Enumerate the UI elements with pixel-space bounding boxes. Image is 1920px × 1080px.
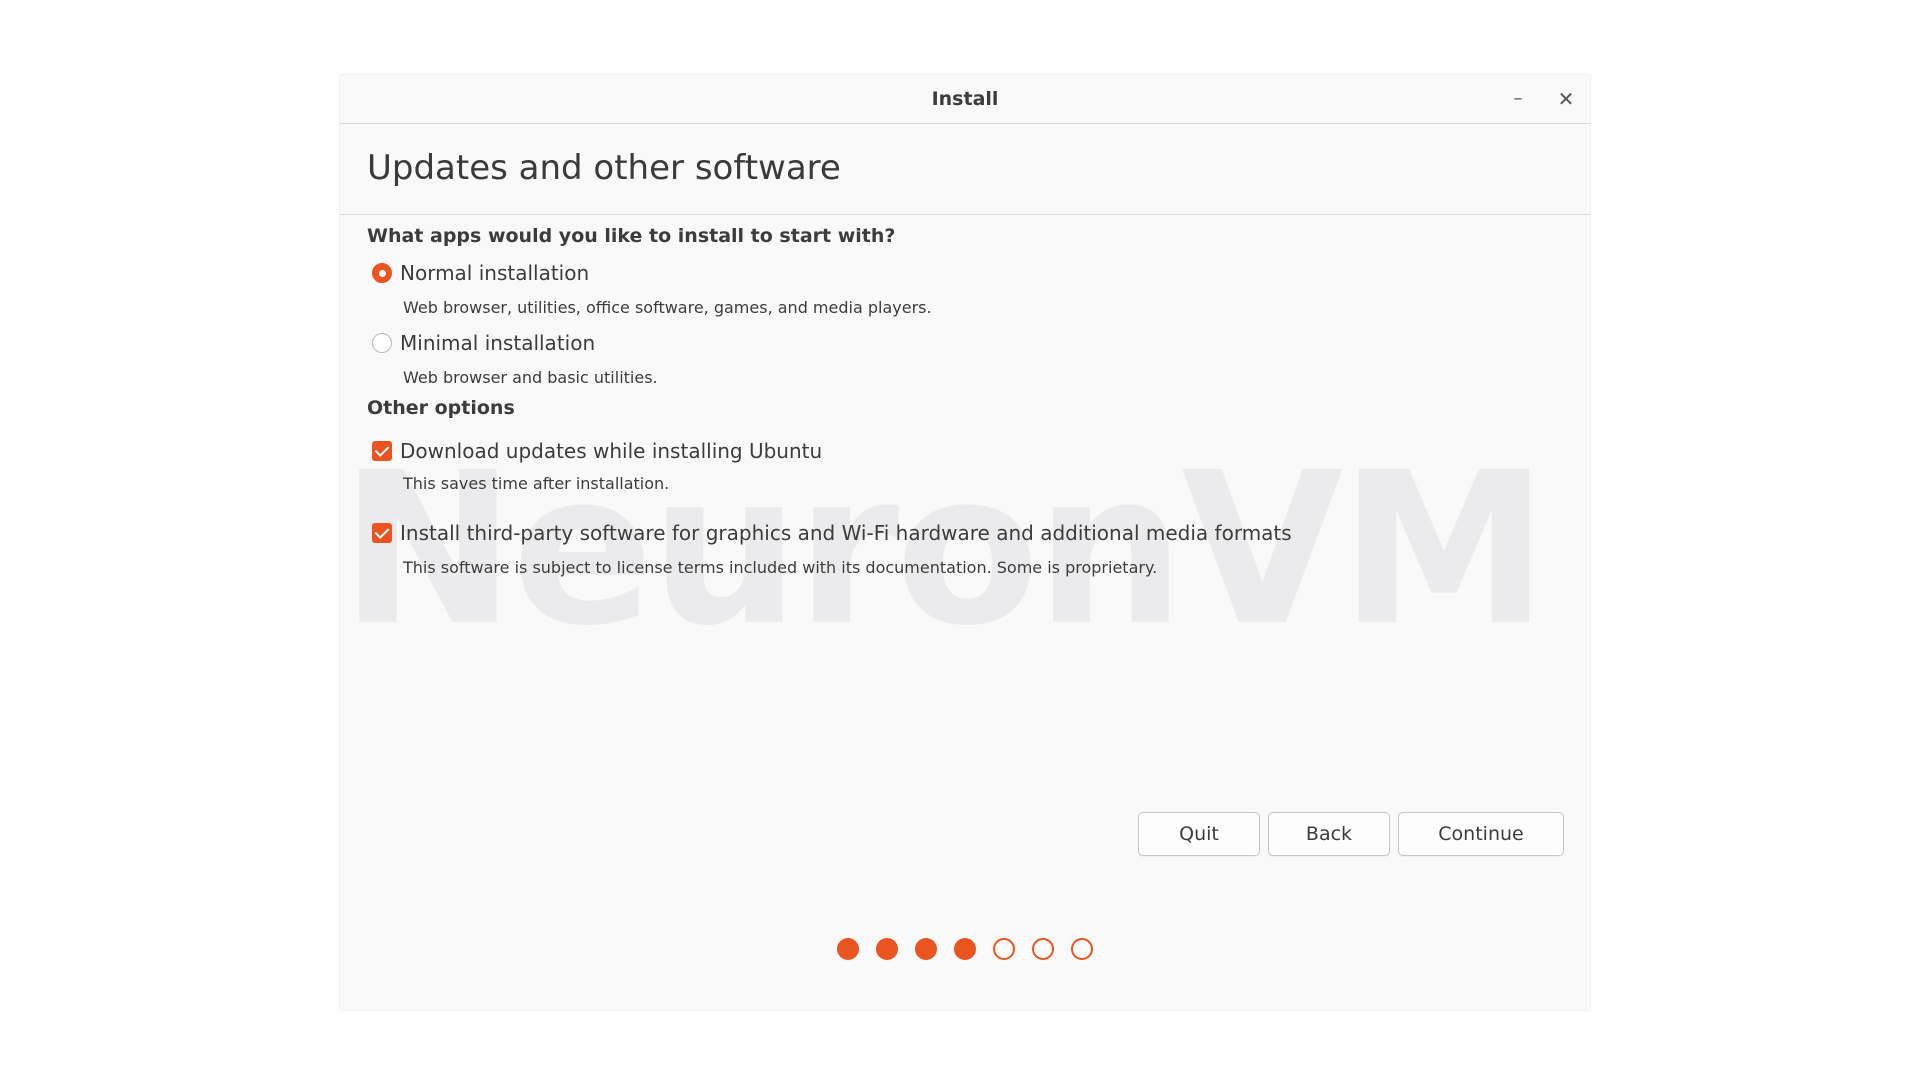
navigation-buttons: Quit Back Continue <box>1138 812 1564 856</box>
progress-dot-2 <box>876 938 898 960</box>
download-updates-checkbox[interactable] <box>372 441 392 461</box>
download-updates-option[interactable]: Download updates while installing Ubuntu <box>367 433 1560 469</box>
minimal-installation-option[interactable]: Minimal installation <box>367 325 1560 361</box>
progress-dot-7 <box>1071 938 1093 960</box>
normal-installation-description: Web browser, utilities, office software,… <box>403 298 932 317</box>
third-party-software-option[interactable]: Install third-party software for graphic… <box>367 515 1560 551</box>
continue-button[interactable]: Continue <box>1398 812 1564 856</box>
third-party-software-label[interactable]: Install third-party software for graphic… <box>400 521 1292 545</box>
progress-dot-4 <box>954 938 976 960</box>
download-updates-label[interactable]: Download updates while installing Ubuntu <box>400 439 822 463</box>
apps-section-heading: What apps would you like to install to s… <box>367 225 896 247</box>
progress-dot-3 <box>915 938 937 960</box>
minimal-installation-label[interactable]: Minimal installation <box>400 331 595 355</box>
progress-dots <box>340 938 1590 960</box>
normal-installation-label[interactable]: Normal installation <box>400 261 589 285</box>
download-updates-description: This saves time after installation. <box>403 474 670 493</box>
page-title: Updates and other software <box>367 148 841 188</box>
quit-button[interactable]: Quit <box>1138 812 1260 856</box>
back-button[interactable]: Back <box>1268 812 1390 856</box>
other-options-heading: Other options <box>367 397 515 419</box>
window-title: Install <box>931 88 999 110</box>
minimal-installation-description: Web browser and basic utilities. <box>403 368 658 387</box>
page-header: Updates and other software <box>340 124 1590 215</box>
close-icon[interactable]: ✕ <box>1552 85 1580 113</box>
installer-window: Install – ✕ Updates and other software N… <box>340 75 1590 1010</box>
progress-dot-6 <box>1032 938 1054 960</box>
progress-dot-5 <box>993 938 1015 960</box>
third-party-software-checkbox[interactable] <box>372 523 392 543</box>
third-party-software-description: This software is subject to license term… <box>403 558 1158 577</box>
title-bar: Install – ✕ <box>340 75 1590 124</box>
minimize-icon[interactable]: – <box>1504 85 1532 113</box>
minimal-installation-radio[interactable] <box>372 333 392 353</box>
normal-installation-radio[interactable] <box>372 263 392 283</box>
normal-installation-option[interactable]: Normal installation <box>367 255 1560 291</box>
progress-dot-1 <box>837 938 859 960</box>
options-content: What apps would you like to install to s… <box>367 225 1560 585</box>
